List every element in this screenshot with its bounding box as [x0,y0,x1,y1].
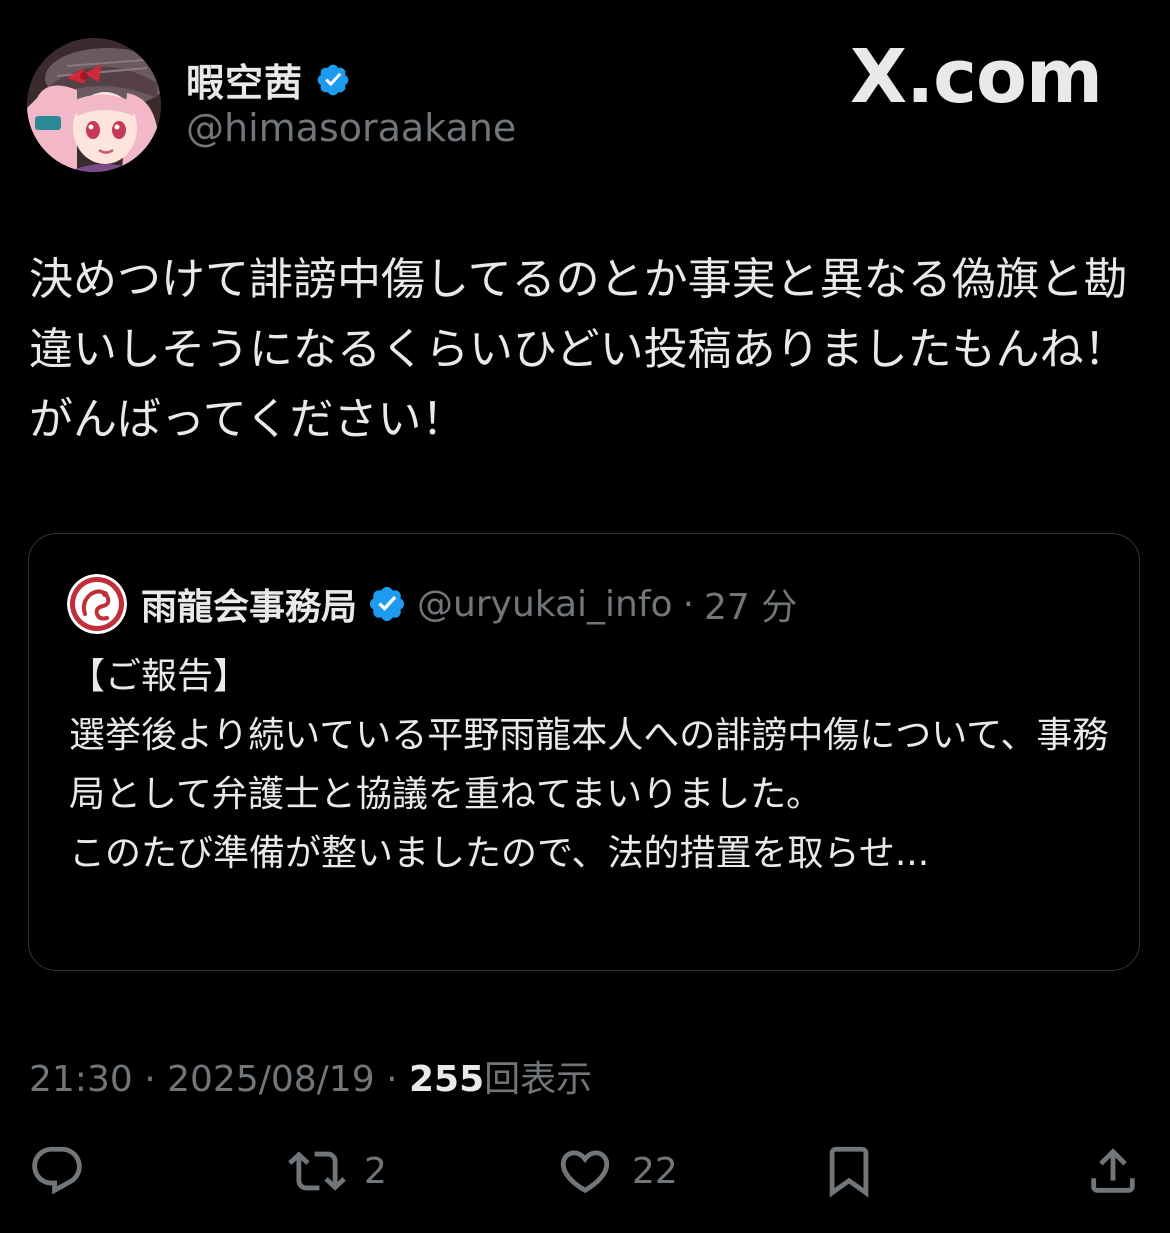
brand-logo: X.com [850,34,1103,120]
like-count: 22 [632,1150,678,1192]
heart-icon [560,1150,610,1194]
tweet-meta: 21:30 · 2025/08/19 · 255回表示 [29,1050,592,1102]
quoted-author-handle[interactable]: @uryukai_info [417,584,673,625]
bookmark-icon [829,1146,869,1198]
dragon-emblem-icon [67,574,127,634]
quoted-author-name[interactable]: 雨龍会事務局 [141,578,357,630]
avatar-illustration [27,38,161,172]
retweet-icon [288,1151,346,1191]
author-display-name[interactable]: 暇空茜 [186,52,303,107]
brand-text: X.com [850,34,1103,120]
share-icon [1091,1148,1135,1193]
bookmark-button[interactable] [820,1142,878,1200]
quoted-tweet-card[interactable]: 雨龍会事務局 @uryukai_info · 27 分 【ご報告】 選挙後より続… [28,533,1140,971]
verified-badge-icon [317,64,349,95]
reply-button[interactable] [28,1142,104,1200]
quoted-avatar [67,574,127,634]
tweet-time[interactable]: 21:30 [29,1059,133,1100]
author-name-row[interactable]: 暇空茜 [186,52,351,107]
quoted-timestamp: 27 分 [704,587,798,628]
quoted-tweet-header: 雨龍会事務局 @uryukai_info · 27 分 [67,574,797,634]
quoted-separator: · [682,583,695,625]
reply-icon [32,1146,82,1195]
tweet-text: 決めつけて誹謗中傷してるのとか事実と異なる偽旗と勘違いしそうになるくらいひどい投… [29,254,1128,445]
quoted-verified-badge-icon [369,586,405,622]
share-button[interactable] [1084,1142,1142,1200]
profile-avatar[interactable] [27,38,161,172]
views-label: 回表示 [484,1059,593,1100]
retweet-button[interactable]: 2 [288,1142,387,1200]
retweet-count: 2 [364,1150,387,1192]
quoted-tweet-text: 【ご報告】 選挙後より続いている平野雨龍本人への誹謗中傷について、事務局として弁… [69,656,1109,874]
meta-separator-1: · [144,1059,156,1100]
meta-separator-2: · [386,1059,398,1100]
like-button[interactable]: 22 [556,1142,678,1200]
views-count: 255 [408,1059,485,1100]
tweet-date[interactable]: 2025/08/19 [167,1059,375,1100]
author-handle[interactable]: @himasoraakane [186,106,516,150]
action-bar: 2 22 [0,1142,1170,1206]
